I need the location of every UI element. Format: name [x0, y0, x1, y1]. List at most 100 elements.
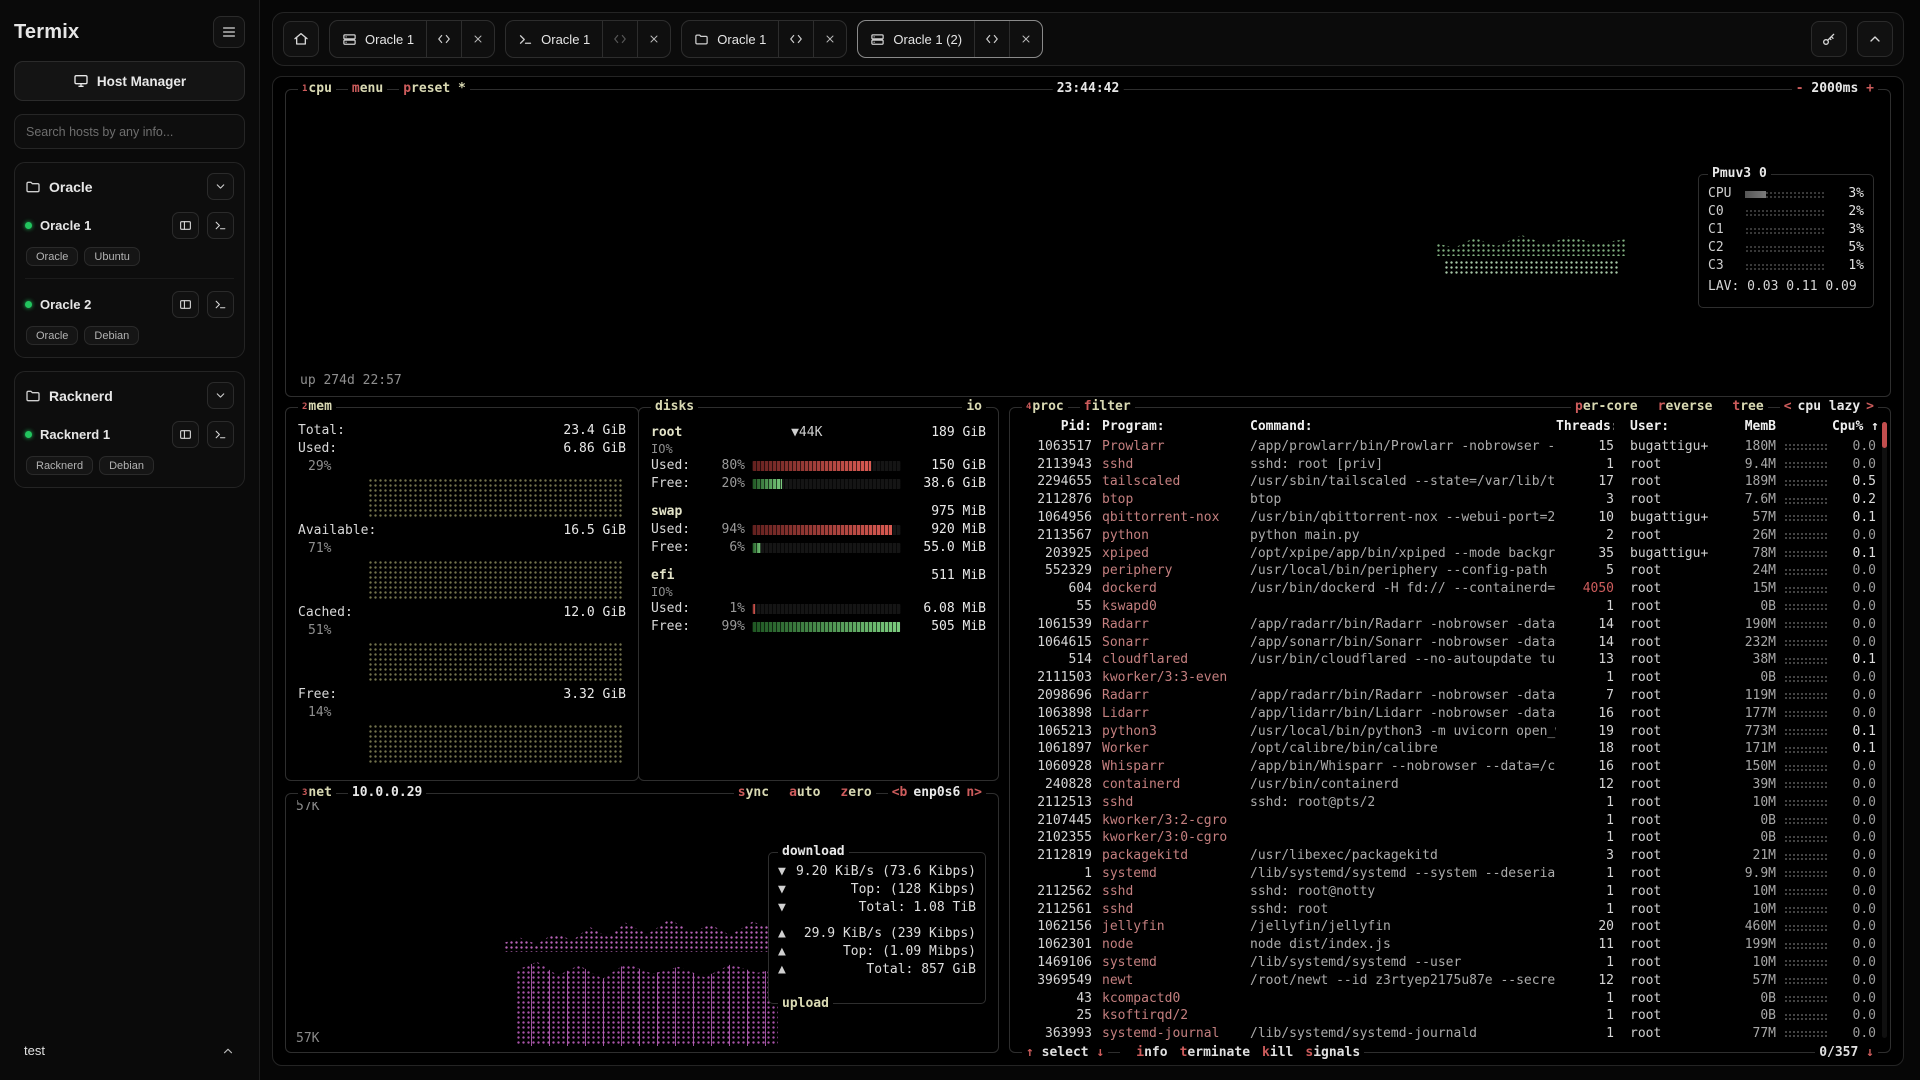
cpu-menu-button[interactable]: menu	[348, 80, 387, 98]
process-row[interactable]: 43kcompactd01root0B0.0	[1020, 990, 1880, 1008]
host-connect-button[interactable]	[172, 212, 199, 239]
process-row[interactable]: 2111503kworker/3:3-even1root0B0.0	[1020, 669, 1880, 687]
process-cpu: 0.0	[1832, 1025, 1880, 1043]
upload-label: upload	[778, 995, 833, 1013]
group-header: Racknerd	[25, 382, 234, 409]
home-button[interactable]	[283, 21, 319, 57]
process-pid: 363993	[1020, 1025, 1092, 1043]
collapse-tabbar-button[interactable]	[1857, 21, 1893, 57]
process-row[interactable]: 514cloudflared/usr/bin/cloudflared --no-…	[1020, 651, 1880, 669]
tab-label: Oracle 1 (2)	[893, 32, 962, 47]
net-toggle-sync[interactable]: sync	[734, 784, 773, 802]
cpu-box-controls: - 2000ms +	[1792, 80, 1878, 98]
tab-close-button[interactable]	[638, 21, 670, 57]
process-row[interactable]: 1062301nodenode dist/index.js11root199M0…	[1020, 936, 1880, 954]
process-row[interactable]: 55kswapd01root0B0.0	[1020, 598, 1880, 616]
tab-split-button[interactable]	[427, 21, 461, 57]
mem-meter-dots	[1784, 479, 1828, 486]
process-row[interactable]: 2102355kworker/3:0-cgro1root0B0.0	[1020, 829, 1880, 847]
host-terminal-button[interactable]	[207, 291, 234, 318]
host-connect-button[interactable]	[172, 291, 199, 318]
process-row[interactable]: 1063517Prowlarr/app/prowlarr/bin/Prowlar…	[1020, 438, 1880, 456]
sidebar-menu-button[interactable]	[213, 16, 245, 48]
tab-split-button[interactable]	[779, 21, 813, 57]
meter-label: C0	[1708, 203, 1738, 221]
net-interface-selector[interactable]: <benp0s6n>	[888, 784, 986, 802]
process-row[interactable]: 25ksoftirqd/21root0B0.0	[1020, 1007, 1880, 1025]
proc-select-control[interactable]: ↑ select ↓	[1022, 1044, 1108, 1062]
process-row[interactable]: 1061539Radarr/app/radarr/bin/Radarr -nob…	[1020, 616, 1880, 634]
sidebar-footer[interactable]: test	[14, 1035, 245, 1066]
group-collapse-button[interactable]	[207, 382, 234, 409]
tab-button[interactable]: Oracle 1	[506, 21, 602, 57]
tab-button[interactable]: Oracle 1 (2)	[858, 21, 974, 57]
process-user: root	[1614, 883, 1718, 901]
tab-close-button[interactable]	[1010, 21, 1042, 57]
net-toggle-zero[interactable]: zero	[836, 784, 875, 802]
host-connect-button[interactable]	[172, 421, 199, 448]
process-row[interactable]: 240828containerd/usr/bin/containerd12roo…	[1020, 776, 1880, 794]
cpu-preset-button[interactable]: preset *	[399, 80, 470, 98]
process-user: root	[1614, 812, 1718, 830]
process-row[interactable]: 2112561sshdsshd: root1root10M0.0	[1020, 901, 1880, 919]
process-pid: 1065213	[1020, 723, 1092, 741]
process-mem: 189M	[1718, 473, 1776, 491]
tab-close-button[interactable]	[462, 21, 494, 57]
process-mem-meter	[1776, 545, 1832, 563]
host-terminal-button[interactable]	[207, 421, 234, 448]
process-row[interactable]: 2113567pythonpython main.py2root26M0.0	[1020, 527, 1880, 545]
process-program: Radarr	[1092, 616, 1244, 634]
process-row[interactable]: 2113943sshdsshd: root [priv]1root9.4M0.0	[1020, 456, 1880, 474]
process-row[interactable]: 1064615Sonarr/app/sonarr/bin/Sonarr -nob…	[1020, 634, 1880, 652]
process-row[interactable]: 1064956qbittorrent-nox/usr/bin/qbittorre…	[1020, 509, 1880, 527]
process-threads: 17	[1556, 473, 1614, 491]
tab-close-button[interactable]	[814, 21, 846, 57]
process-row[interactable]: 1systemd/lib/systemd/systemd --system --…	[1020, 865, 1880, 883]
process-row[interactable]: 2294655tailscaled/usr/sbin/tailscaled --…	[1020, 473, 1880, 491]
host-terminal-button[interactable]	[207, 212, 234, 239]
process-row[interactable]: 604dockerd/usr/bin/dockerd -H fd:// --co…	[1020, 580, 1880, 598]
process-row[interactable]: 2112513sshdsshd: root@pts/21root10M0.0	[1020, 794, 1880, 812]
group-collapse-button[interactable]	[207, 173, 234, 200]
search-input[interactable]	[14, 114, 245, 149]
process-row[interactable]: 2098696Radarr/app/radarr/bin/Radarr -nob…	[1020, 687, 1880, 705]
net-toggle-auto[interactable]: auto	[785, 784, 824, 802]
net-box-header: 3net 10.0.0.29	[298, 784, 426, 802]
process-row[interactable]: 1469106systemd/lib/systemd/systemd --use…	[1020, 954, 1880, 972]
process-row[interactable]: 1060928Whisparr/app/bin/Whisparr --nobro…	[1020, 758, 1880, 776]
folder-icon	[25, 179, 41, 195]
cpu-box-title: 1cpu	[298, 80, 336, 98]
process-row[interactable]: 363993systemd-journal/lib/systemd/system…	[1020, 1025, 1880, 1043]
interval-control[interactable]: - 2000ms +	[1792, 80, 1878, 98]
proc-option-tree[interactable]: tree	[1728, 398, 1767, 416]
process-row[interactable]: 2112819packagekitd/usr/libexec/packageki…	[1020, 847, 1880, 865]
tab-button[interactable]: Oracle 1	[682, 21, 778, 57]
proc-filter-button[interactable]: filter	[1080, 398, 1135, 416]
proc-sort-selector[interactable]: <cpu lazy>	[1780, 398, 1878, 416]
process-row[interactable]: 2112562sshdsshd: root@notty1root10M0.0	[1020, 883, 1880, 901]
net-stat-row: ▼Top: (128 Kibps)	[778, 881, 976, 899]
proc-scrollbar[interactable]	[1882, 422, 1887, 1038]
admin-button[interactable]	[1811, 21, 1847, 57]
proc-option-reverse[interactable]: reverse	[1654, 398, 1717, 416]
process-mem-meter	[1776, 598, 1832, 616]
process-row[interactable]: 1061897Worker/opt/calibre/bin/calibre18r…	[1020, 740, 1880, 758]
process-row[interactable]: 203925xpiped/opt/xpipe/app/bin/xpiped --…	[1020, 545, 1880, 563]
process-program: sshd	[1092, 456, 1244, 474]
process-row[interactable]: 2112876btopbtop3root7.6M0.2	[1020, 491, 1880, 509]
host-manager-button[interactable]: Host Manager	[14, 61, 245, 101]
process-row[interactable]: 1062156jellyfin/jellyfin/jellyfin20root4…	[1020, 918, 1880, 936]
tab-split-button[interactable]	[603, 21, 637, 57]
process-row[interactable]: 552329periphery/usr/local/bin/periphery …	[1020, 562, 1880, 580]
process-pid: 1063517	[1020, 438, 1092, 456]
proc-option-per-core[interactable]: per-core	[1571, 398, 1642, 416]
process-row[interactable]: 2107445kworker/3:2-cgro1root0B0.0	[1020, 812, 1880, 830]
process-row[interactable]: 1065213python3/usr/local/bin/python3 -m …	[1020, 723, 1880, 741]
tab-button[interactable]: Oracle 1	[330, 21, 426, 57]
process-row[interactable]: 1063898Lidarr/app/lidarr/bin/Lidarr -nob…	[1020, 705, 1880, 723]
tab-split-button[interactable]	[975, 21, 1009, 57]
proc-scrollbar-thumb[interactable]	[1882, 422, 1887, 448]
process-program: systemd	[1092, 954, 1244, 972]
process-row[interactable]: 3969549newt/root/newt --id z3rtyep2175u8…	[1020, 972, 1880, 990]
mem-box-index: 2	[302, 402, 307, 412]
